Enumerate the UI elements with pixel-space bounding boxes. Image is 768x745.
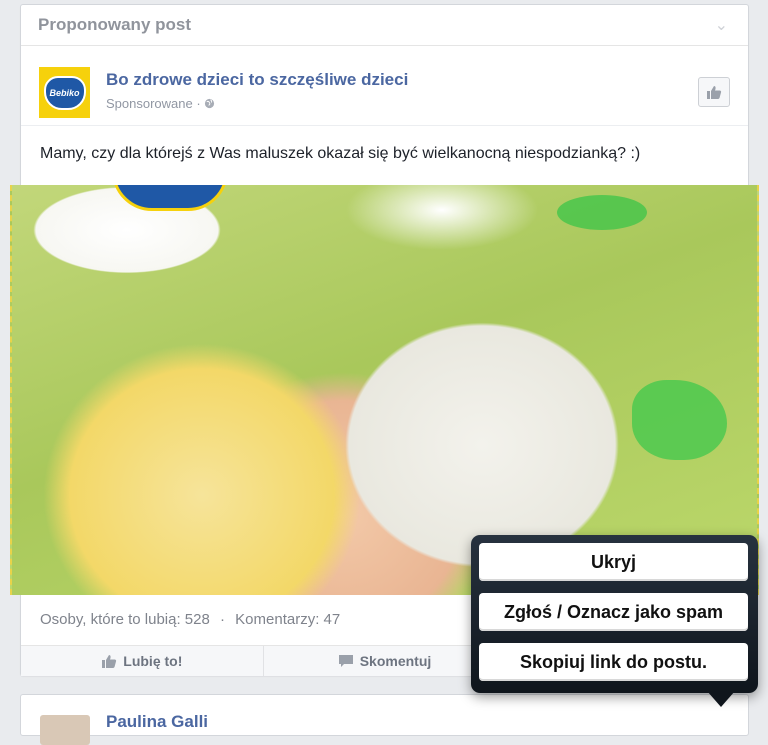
comment-button[interactable]: Skomentuj bbox=[264, 646, 507, 676]
popover-arrow bbox=[707, 691, 735, 707]
copy-link-button[interactable]: Skopiuj link do postu. bbox=[479, 643, 748, 681]
globe-icon bbox=[205, 98, 215, 109]
post-image[interactable] bbox=[10, 185, 759, 595]
sponsored-separator: · bbox=[196, 96, 201, 111]
like-button[interactable]: Lubię to! bbox=[21, 646, 264, 676]
post-stats: Osoby, które to lubią: 528 · Komentarzy:… bbox=[40, 611, 340, 628]
like-page-button[interactable] bbox=[698, 77, 730, 107]
comment-icon bbox=[338, 655, 353, 667]
likes-count-link[interactable]: Osoby, które to lubią: 528 bbox=[40, 611, 210, 628]
image-ribbon-bottom bbox=[632, 380, 727, 460]
post-header: Bebiko Bo zdrowe dzieci to szczęśliwe dz… bbox=[21, 46, 748, 126]
page-avatar[interactable]: Bebiko bbox=[39, 67, 90, 118]
sponsored-line: Sponsorowane · bbox=[106, 96, 215, 111]
card-header: Proponowany post ⌄ bbox=[21, 5, 748, 46]
chevron-down-icon[interactable]: ⌄ bbox=[715, 15, 728, 35]
next-post-author[interactable]: Paulina Galli bbox=[106, 712, 208, 732]
image-ribbon-top bbox=[557, 195, 647, 230]
comment-button-label: Skomentuj bbox=[359, 653, 432, 669]
post-options-popover: Ukryj Zgłoś / Oznacz jako spam Skopiuj l… bbox=[471, 535, 758, 707]
avatar[interactable] bbox=[40, 715, 90, 745]
thumbs-up-icon bbox=[102, 654, 117, 668]
report-spam-button[interactable]: Zgłoś / Oznacz jako spam bbox=[479, 593, 748, 631]
image-brand-badge bbox=[112, 185, 228, 211]
stats-separator: · bbox=[220, 611, 225, 628]
sponsored-label[interactable]: Sponsorowane bbox=[106, 96, 193, 111]
post-message: Mamy, czy dla którejś z Was maluszek oka… bbox=[40, 145, 641, 162]
comments-count-link[interactable]: Komentarzy: 47 bbox=[235, 611, 340, 628]
thumbs-up-icon bbox=[707, 85, 722, 99]
brand-logo: Bebiko bbox=[43, 75, 86, 110]
page-name-link[interactable]: Bo zdrowe dzieci to szczęśliwe dzieci bbox=[106, 70, 408, 90]
hide-post-button[interactable]: Ukryj bbox=[479, 543, 748, 581]
next-post-card: Paulina Galli bbox=[20, 694, 749, 745]
like-button-label: Lubię to! bbox=[123, 653, 183, 669]
card-header-title: Proponowany post bbox=[38, 15, 191, 34]
